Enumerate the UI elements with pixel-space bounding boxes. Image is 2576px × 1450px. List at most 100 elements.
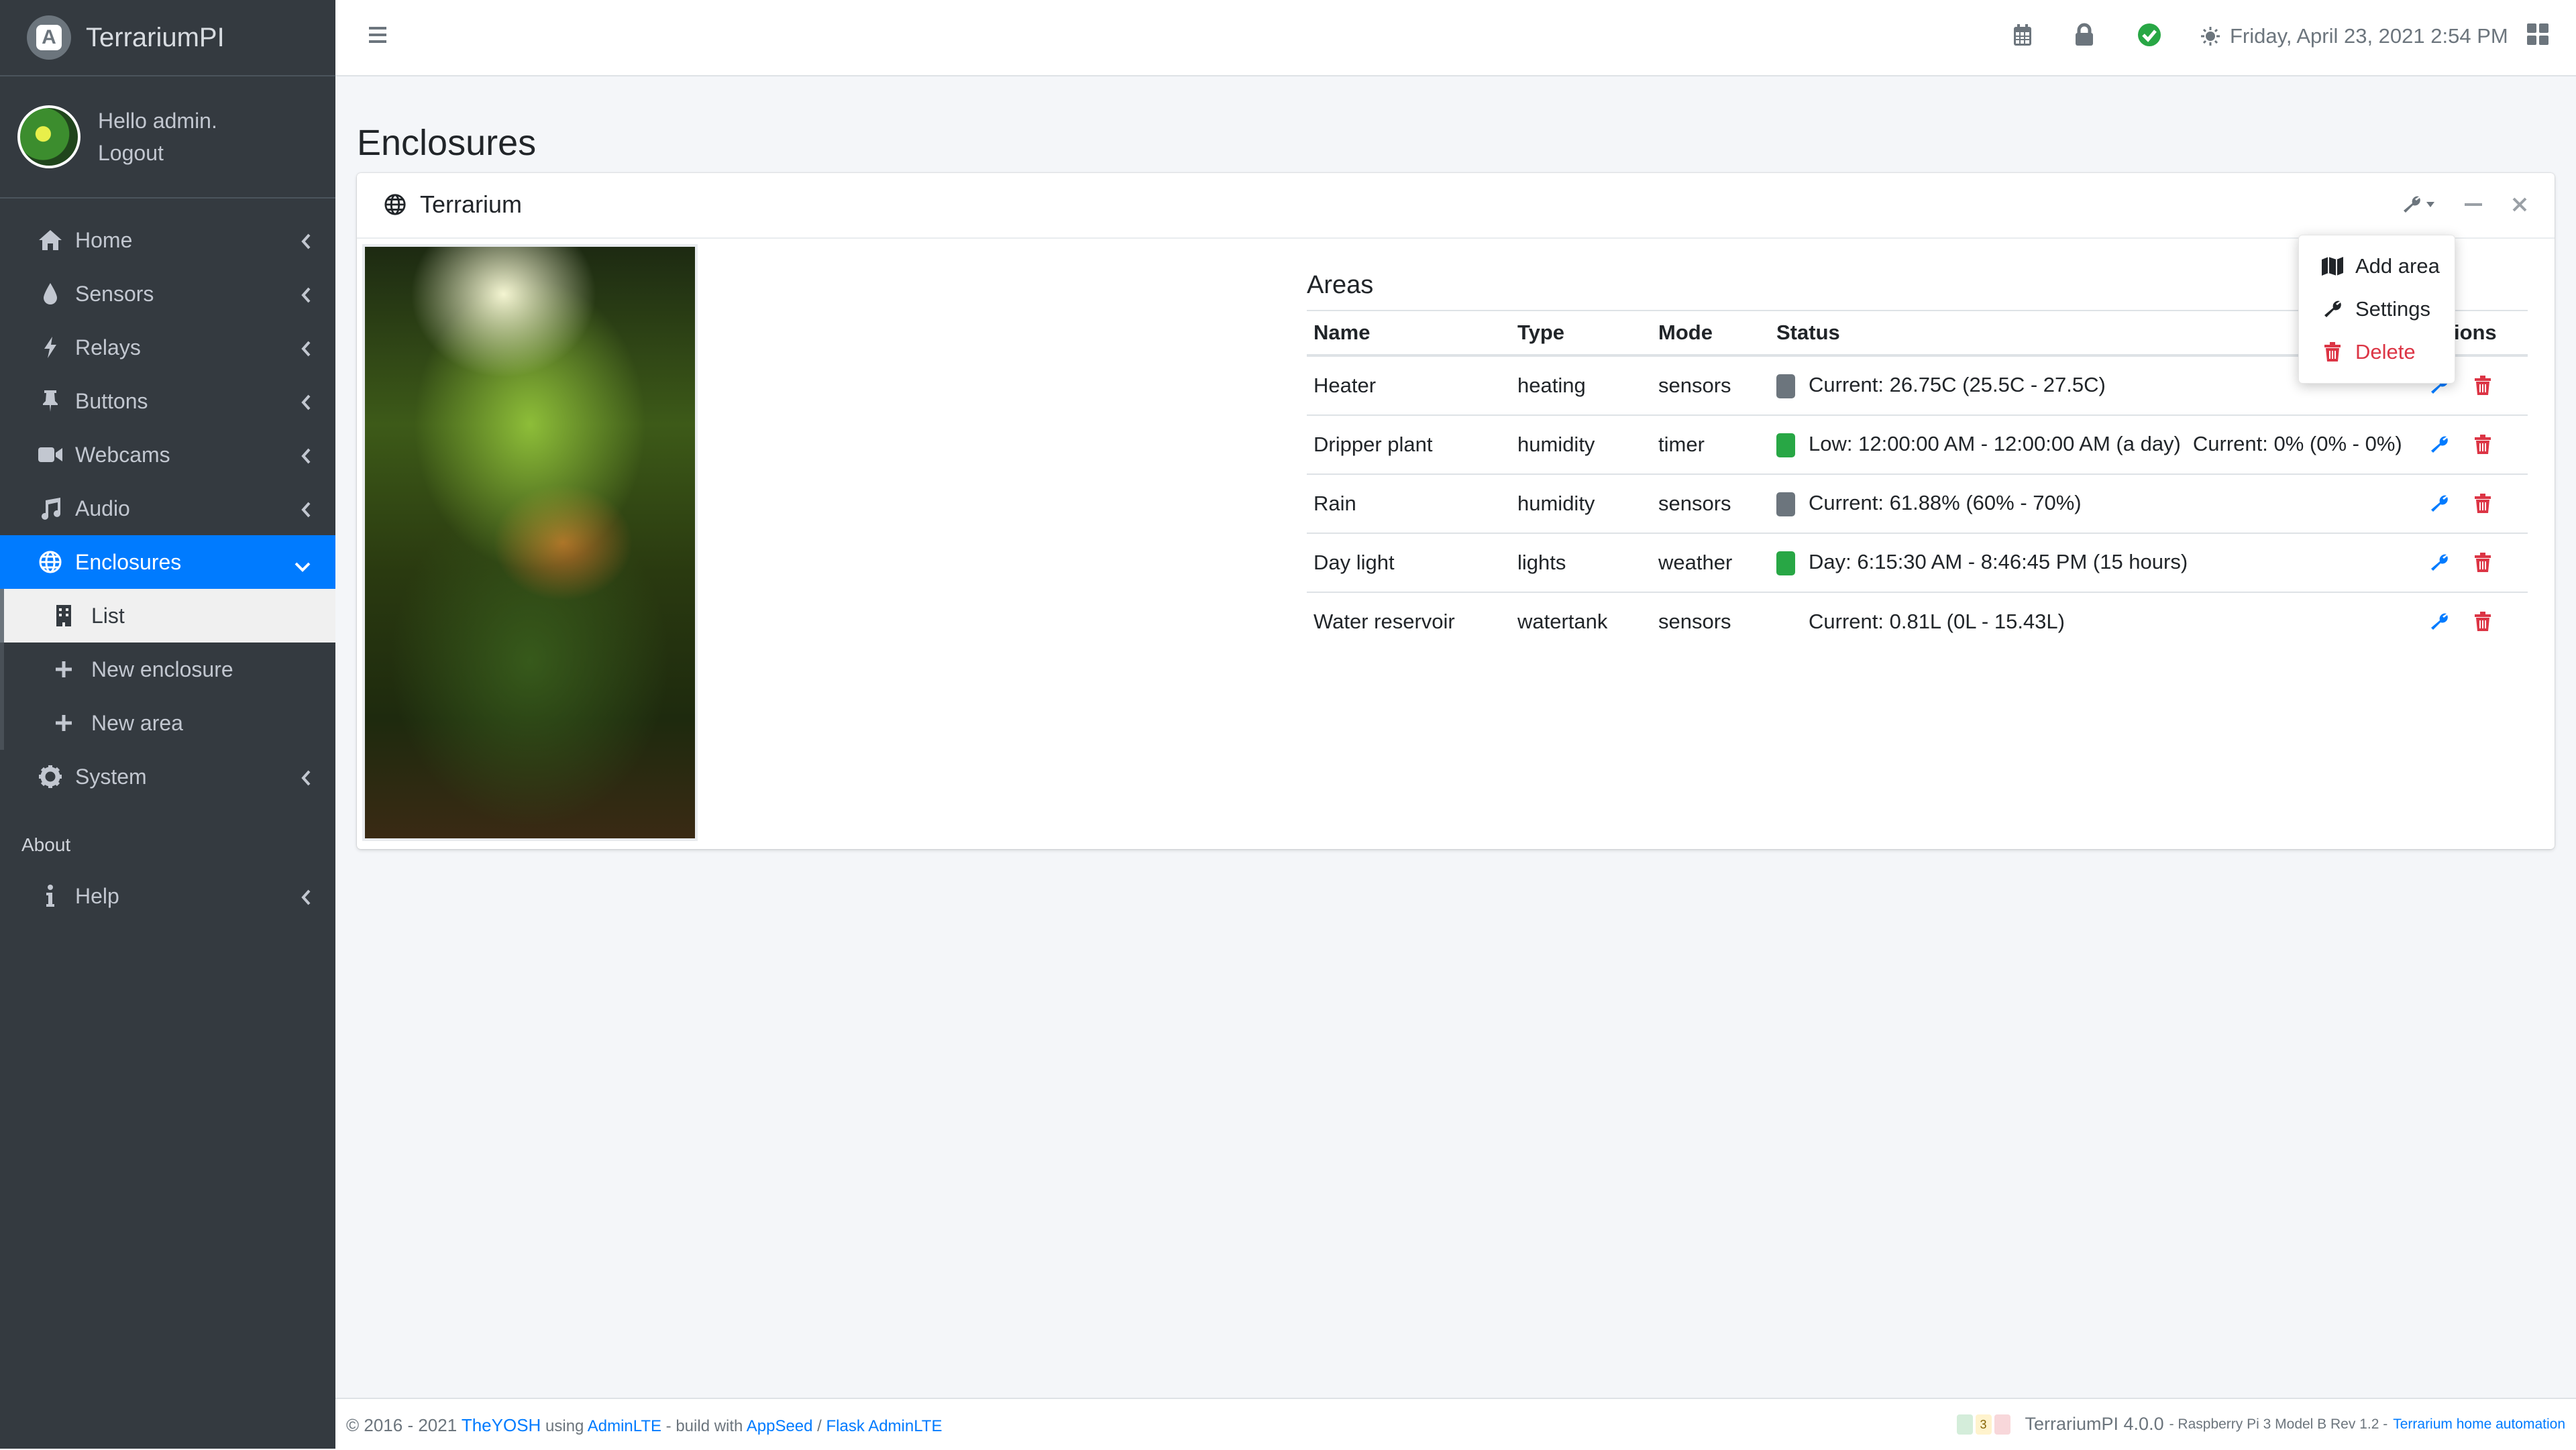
datetime-text: Friday, April 23, 2021 2:54 PM xyxy=(2230,24,2508,48)
edit-area-button[interactable] xyxy=(2420,426,2458,463)
project-link[interactable]: Terrarium home automation xyxy=(2393,1416,2565,1433)
footer-text: using xyxy=(545,1417,584,1435)
status-extra-text: Current: 0% (0% - 0%) xyxy=(2192,432,2402,456)
sidebar-subitem-new-area[interactable]: New area xyxy=(0,696,335,750)
grid-icon[interactable] xyxy=(2526,23,2549,49)
sidebar-subitem-label: New area xyxy=(91,710,183,735)
status-indicator xyxy=(1776,551,1795,575)
sidebar-item-enclosures[interactable]: Enclosures xyxy=(0,535,335,589)
area-status: Current: 61.88% (60% - 70%) xyxy=(1770,473,2414,533)
collapse-button[interactable] xyxy=(2465,203,2482,207)
datetime-display[interactable]: Friday, April 23, 2021 2:54 PM xyxy=(2200,24,2508,48)
delete-area-button[interactable] xyxy=(2464,426,2502,463)
video-icon xyxy=(34,445,67,464)
sidebar-item-help[interactable]: Help xyxy=(0,869,335,923)
menu-item-label: Add area xyxy=(2355,254,2440,278)
sidebar-item-webcams[interactable]: Webcams xyxy=(0,428,335,482)
area-type: heating xyxy=(1511,355,1652,415)
area-mode: timer xyxy=(1652,414,1770,474)
sidebar-item-system[interactable]: System xyxy=(0,750,335,803)
wrench-icon xyxy=(2402,194,2422,215)
settings-menu-item[interactable]: Settings xyxy=(2299,288,2455,331)
status-badge-red xyxy=(1994,1414,2010,1435)
edit-area-button[interactable] xyxy=(2420,603,2458,640)
close-icon[interactable] xyxy=(2512,197,2528,213)
lock-icon[interactable] xyxy=(2074,23,2094,50)
calendar-icon[interactable] xyxy=(2012,23,2033,50)
footer-credits: © 2016 - 2021 TheYOSH using AdminLTE - b… xyxy=(346,1415,942,1436)
edit-area-button[interactable] xyxy=(2420,544,2458,581)
card-title: Terrarium xyxy=(384,190,522,219)
plus-icon xyxy=(47,713,80,733)
area-actions xyxy=(2414,533,2528,592)
sidebar-item-label: Home xyxy=(75,227,133,252)
sidebar-item-buttons[interactable]: Buttons xyxy=(0,374,335,428)
sidebar-item-label: Webcams xyxy=(75,442,170,467)
status-badge-green xyxy=(1956,1414,1973,1435)
sidebar-item-label: System xyxy=(75,764,147,789)
chevron-left-icon xyxy=(301,338,311,363)
sidebar-item-home[interactable]: Home xyxy=(0,213,335,267)
edit-area-button[interactable] xyxy=(2420,485,2458,522)
add-area-menu-item[interactable]: Add area xyxy=(2299,245,2455,288)
delete-area-button[interactable] xyxy=(2464,544,2502,581)
delete-menu-item[interactable]: Delete xyxy=(2299,331,2455,374)
sidebar: A TerrariumPI Hello admin. Logout Home S… xyxy=(0,0,335,1449)
chevron-down-icon xyxy=(294,553,311,577)
logout-link[interactable]: Logout xyxy=(98,137,217,169)
sidebar-item-relays[interactable]: Relays xyxy=(0,321,335,374)
info-icon xyxy=(34,884,67,908)
status-text: Current: 26.75C (25.5C - 27.5C) xyxy=(1809,373,2106,397)
sidebar-item-audio[interactable]: Audio xyxy=(0,482,335,535)
enclosure-photo[interactable] xyxy=(362,244,698,841)
area-mode: weather xyxy=(1652,533,1770,592)
check-circle-icon[interactable] xyxy=(2137,23,2161,50)
area-actions xyxy=(2414,473,2528,533)
area-type: humidity xyxy=(1511,473,1652,533)
sidebar-item-label: Help xyxy=(75,883,119,908)
area-name: Day light xyxy=(1307,533,1511,592)
tint-icon xyxy=(34,282,67,306)
trash-icon xyxy=(2319,342,2346,362)
appseed-link[interactable]: AppSeed xyxy=(747,1417,813,1435)
home-icon xyxy=(34,229,67,252)
author-link[interactable]: TheYOSH xyxy=(462,1415,541,1435)
area-name: Dripper plant xyxy=(1307,414,1511,474)
column-header-type: Type xyxy=(1511,310,1652,357)
area-mode: sensors xyxy=(1652,473,1770,533)
copyright-text: © 2016 - 2021 xyxy=(346,1415,458,1435)
delete-area-button[interactable] xyxy=(2464,603,2502,640)
sidebar-subitem-list[interactable]: List xyxy=(0,589,335,643)
adminlte-link[interactable]: AdminLTE xyxy=(588,1417,661,1435)
sidebar-item-label: Enclosures xyxy=(75,549,182,574)
status-indicator xyxy=(1776,433,1795,457)
status-text: Current: 61.88% (60% - 70%) xyxy=(1809,491,2082,515)
flask-adminlte-link[interactable]: Flask AdminLTE xyxy=(826,1417,943,1435)
sidebar-nav: Home Sensors Relays Buttons Webcams Audi… xyxy=(0,199,335,923)
status-text: Low: 12:00:00 AM - 12:00:00 AM (a day) xyxy=(1809,432,2181,456)
card-tools xyxy=(2402,194,2528,215)
thumbtack-icon xyxy=(34,389,67,413)
brand-link[interactable]: A TerrariumPI xyxy=(0,0,335,76)
wrench-dropdown-button[interactable] xyxy=(2402,194,2435,215)
music-icon xyxy=(34,496,67,520)
menu-item-label: Settings xyxy=(2355,297,2431,321)
chevron-left-icon xyxy=(301,445,311,470)
area-name: Heater xyxy=(1307,355,1511,415)
bolt-icon xyxy=(34,335,67,359)
user-panel: Hello admin. Logout xyxy=(0,76,335,199)
version-text: TerrariumPI 4.0.0 xyxy=(2025,1414,2164,1434)
delete-area-button[interactable] xyxy=(2464,367,2502,404)
status-text: Current: 0.81L (0L - 15.43L) xyxy=(1809,610,2065,633)
caret-down-icon xyxy=(2426,201,2435,208)
sun-icon xyxy=(2200,26,2220,46)
menu-toggle-icon[interactable] xyxy=(368,25,388,48)
sidebar-item-sensors[interactable]: Sensors xyxy=(0,267,335,321)
sidebar-subitem-new-enclosure[interactable]: New enclosure xyxy=(0,643,335,696)
avatar xyxy=(17,105,80,168)
sidebar-subitem-label: List xyxy=(91,603,125,628)
card-header: Terrarium xyxy=(357,173,2555,239)
brand-name: TerrariumPI xyxy=(86,22,225,52)
status-text: Day: 6:15:30 AM - 8:46:45 PM (15 hours) xyxy=(1809,550,2188,574)
delete-area-button[interactable] xyxy=(2464,485,2502,522)
